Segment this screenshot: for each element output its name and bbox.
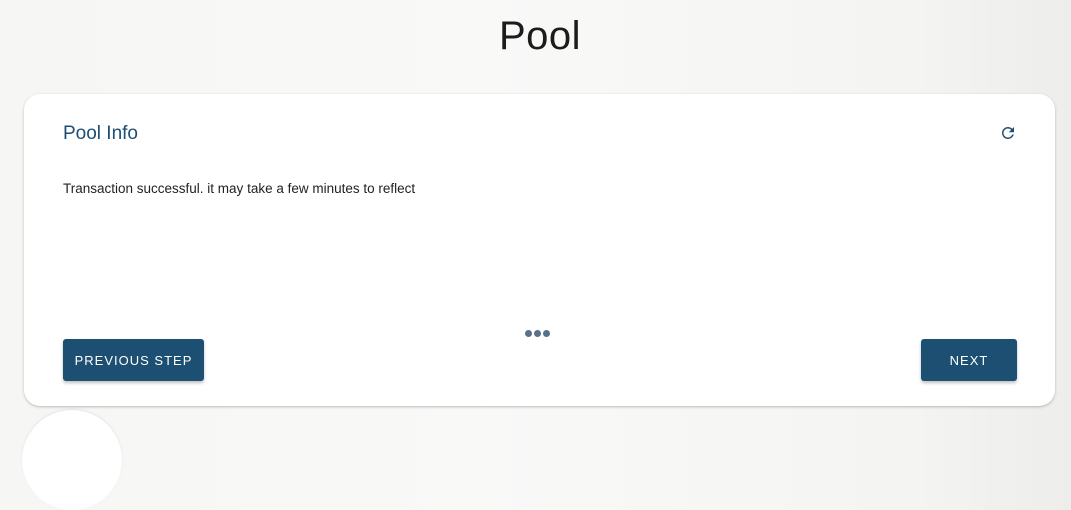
loading-dot <box>534 330 541 337</box>
pool-info-card: Pool Info Transaction successful. it may… <box>24 94 1055 406</box>
next-button[interactable]: NEXT <box>921 339 1017 381</box>
refresh-icon <box>1001 126 1014 139</box>
bottom-floating-circle[interactable] <box>22 410 122 510</box>
loading-dot <box>543 330 550 337</box>
loading-dot <box>525 330 532 337</box>
loading-dots <box>525 330 550 337</box>
previous-step-button[interactable]: PREVIOUS STEP <box>63 339 204 381</box>
status-message: Transaction successful. it may take a fe… <box>63 181 416 196</box>
refresh-button[interactable] <box>997 122 1019 144</box>
card-title: Pool Info <box>63 123 138 144</box>
page-title: Pool <box>498 14 582 58</box>
